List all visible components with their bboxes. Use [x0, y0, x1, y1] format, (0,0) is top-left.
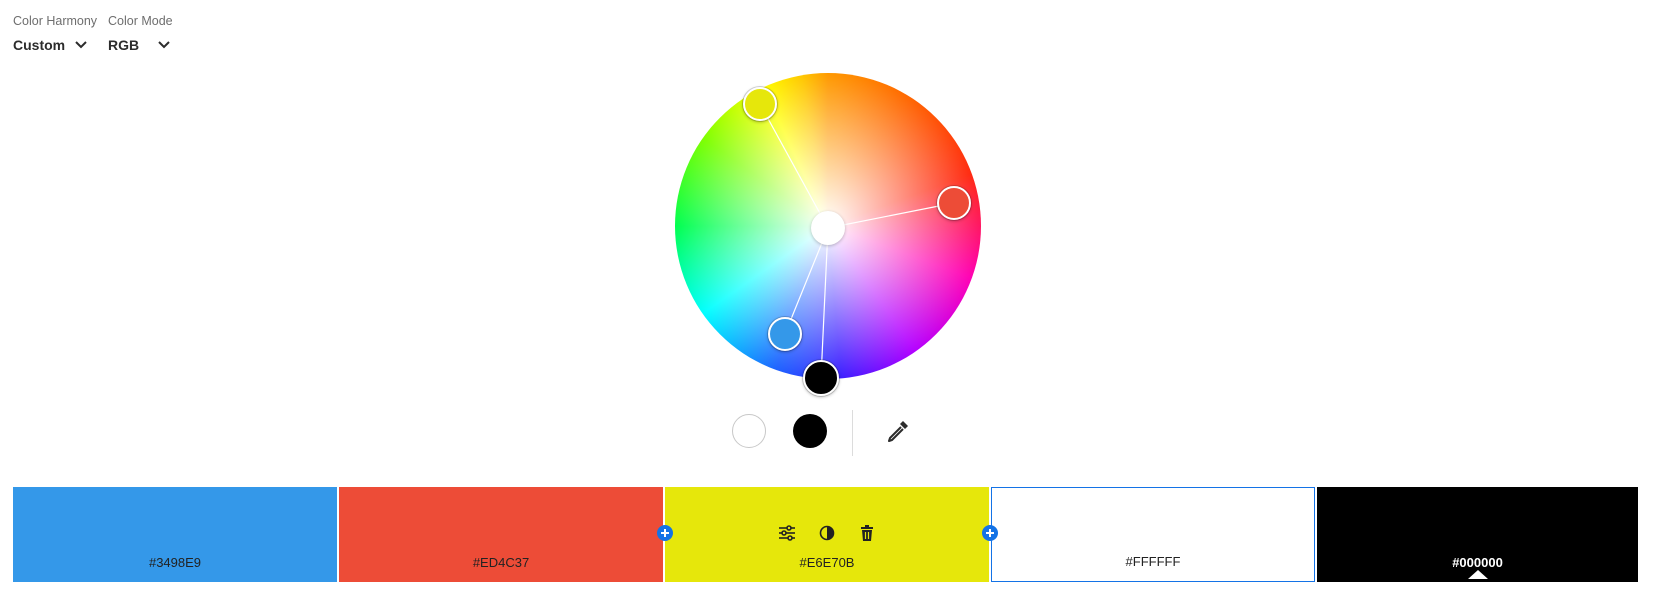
add-color-button[interactable] [657, 525, 673, 541]
swatch-toolbar [665, 523, 989, 543]
chevron-down-icon [158, 41, 170, 49]
color-harmony-dropdown[interactable]: Custom [13, 37, 97, 53]
palette-swatch-5[interactable]: #000000 [1317, 487, 1638, 582]
set-black-button[interactable] [793, 414, 827, 448]
wheel-handle-black[interactable] [803, 360, 839, 396]
color-harmony-control: Color Harmony Custom [13, 14, 97, 53]
color-harmony-label: Color Harmony [13, 14, 98, 28]
eyedropper-icon[interactable] [885, 418, 911, 444]
set-white-button[interactable] [732, 414, 766, 448]
palette-swatch-3[interactable]: #E6E70B [665, 487, 989, 582]
wheel-handle-white[interactable] [811, 211, 845, 245]
wheel-handle-red[interactable] [937, 186, 971, 220]
trash-icon[interactable] [857, 523, 877, 543]
swatch-hex-label: #ED4C37 [472, 555, 530, 570]
color-palette: #3498E9 #ED4C37 #E6E70B #FFFFFF #000000 [13, 487, 1638, 582]
palette-swatch-2[interactable]: #ED4C37 [339, 487, 663, 582]
add-color-button[interactable] [982, 525, 998, 541]
swatch-hex-label: #FFFFFF [1125, 554, 1181, 569]
wheel-tools [0, 410, 1663, 460]
color-mode-label: Color Mode [108, 14, 173, 28]
swatch-hex-label: #3498E9 [148, 555, 202, 570]
chevron-down-icon [75, 41, 87, 49]
swatch-hex-label: #000000 [1452, 555, 1503, 570]
wheel-handle-blue[interactable] [768, 317, 802, 351]
sliders-icon[interactable] [777, 523, 797, 543]
color-harmony-value: Custom [13, 37, 66, 53]
swatch-hex-label: #E6E70B [799, 555, 855, 570]
selected-caret-icon [1467, 570, 1488, 579]
contrast-icon[interactable] [817, 523, 837, 543]
plus-icon [986, 529, 994, 537]
tools-divider [852, 410, 853, 456]
color-mode-dropdown[interactable]: RGB [108, 37, 173, 53]
plus-icon [661, 529, 669, 537]
palette-swatch-1[interactable]: #3498E9 [13, 487, 337, 582]
color-mode-value: RGB [108, 37, 140, 53]
palette-swatch-4[interactable]: #FFFFFF [991, 487, 1315, 582]
color-mode-control: Color Mode RGB [108, 14, 173, 53]
color-wheel-container [675, 73, 981, 396]
wheel-handle-yellow[interactable] [743, 87, 777, 121]
